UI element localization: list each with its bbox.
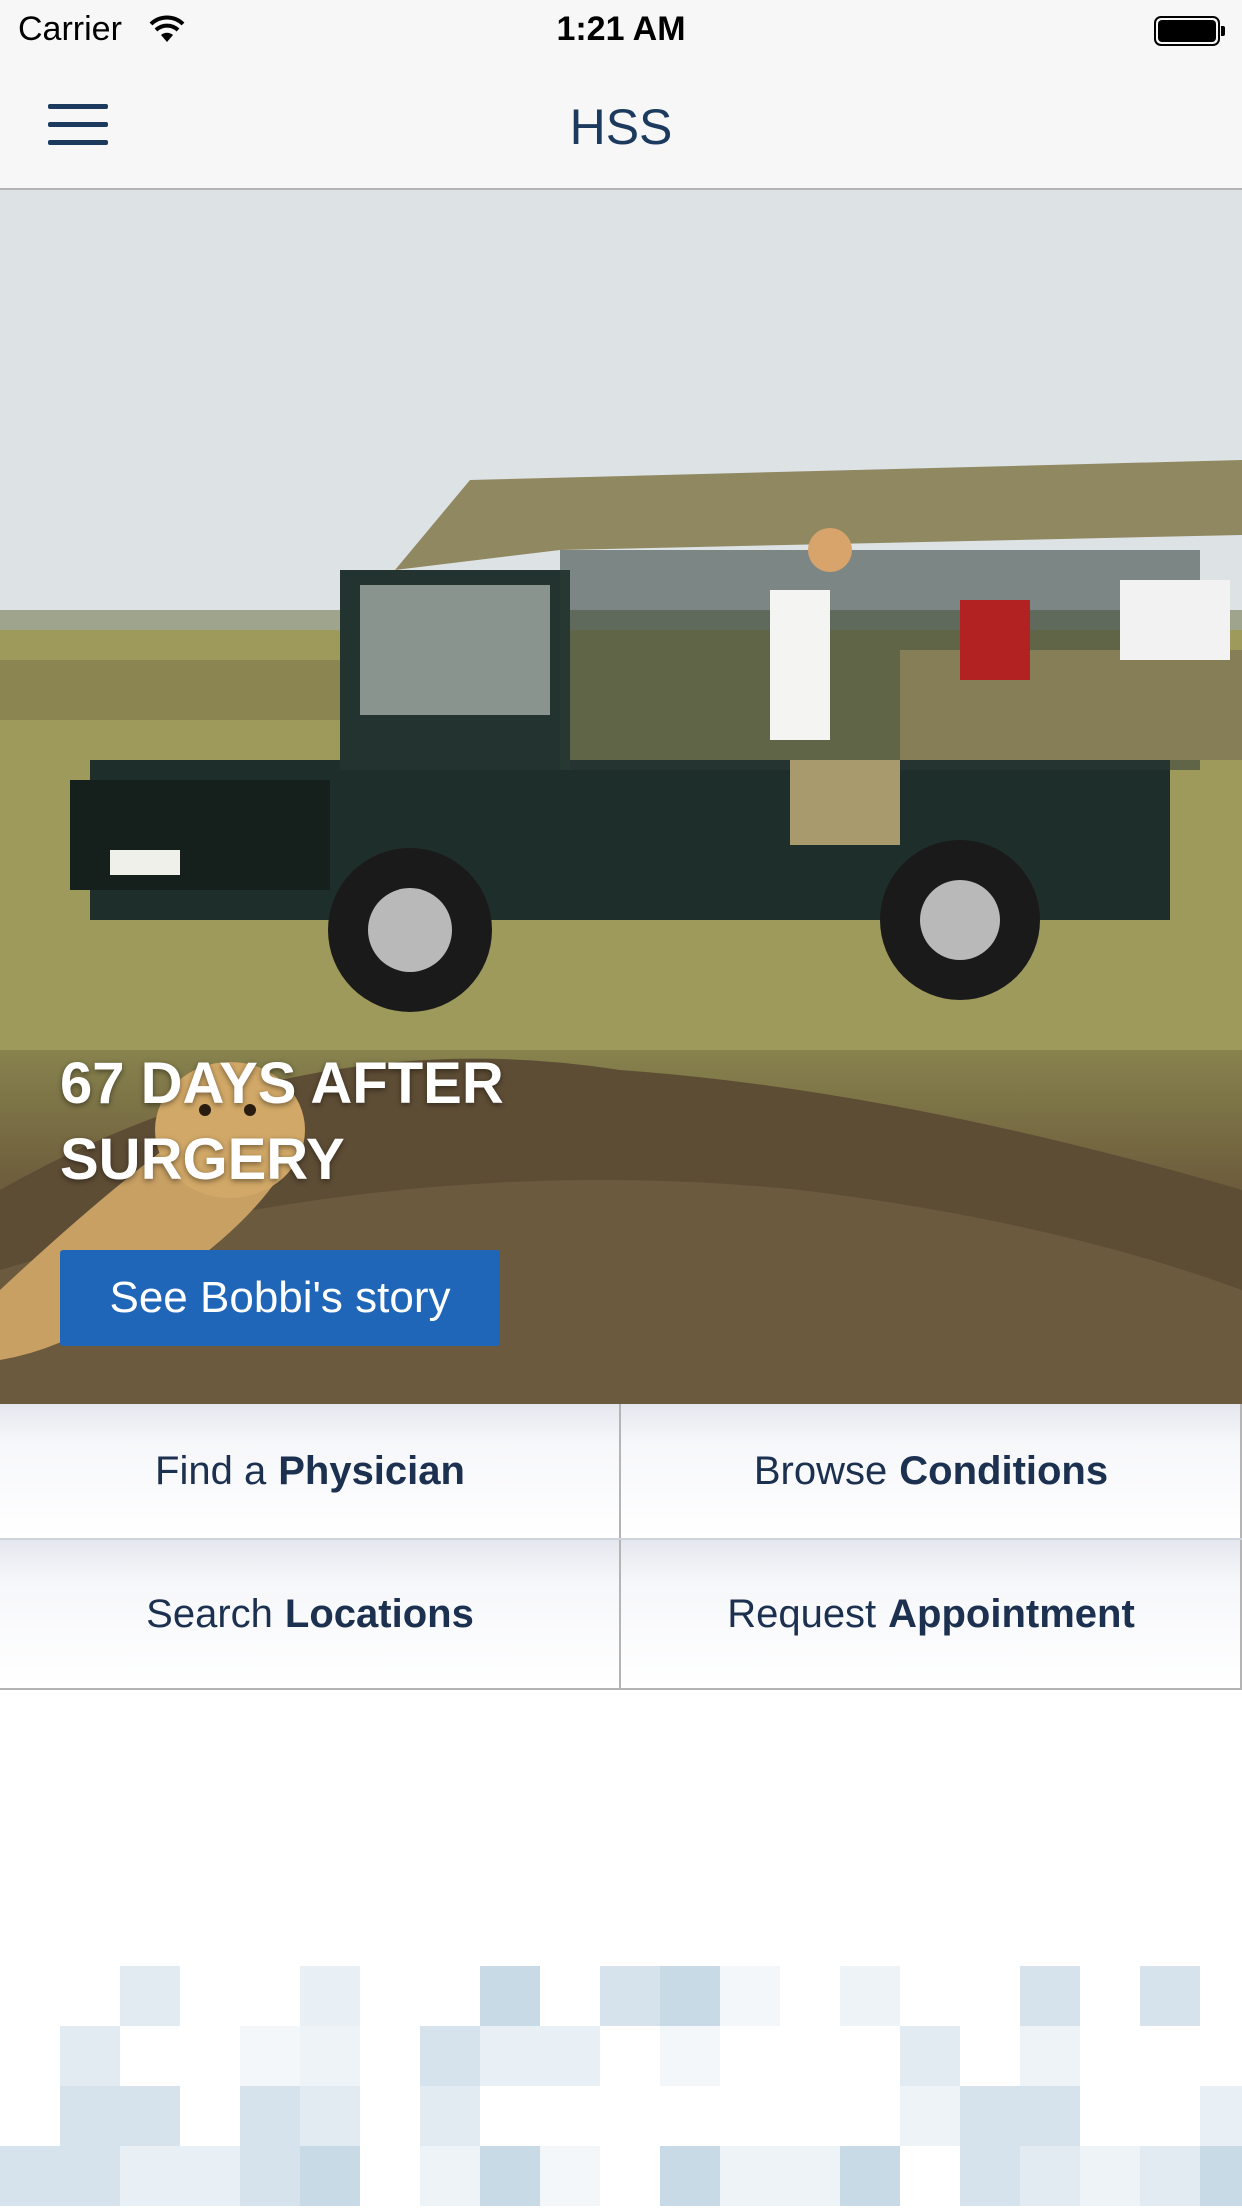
link-bold: Locations [284, 1591, 474, 1636]
mosaic-tile [540, 2146, 600, 2206]
mosaic-tile [900, 2086, 960, 2146]
mosaic-tile [120, 2086, 180, 2146]
mosaic-tile [780, 2146, 840, 2206]
mosaic-tile [480, 2146, 540, 2206]
mosaic-tile [300, 2146, 360, 2206]
mosaic-tile [480, 2026, 540, 2086]
mosaic-tile [240, 2086, 300, 2146]
browse-conditions-link[interactable]: Browse Conditions [621, 1404, 1241, 1538]
mosaic-tile [720, 1966, 780, 2026]
mosaic-tile [1020, 2026, 1080, 2086]
status-time: 1:21 AM [556, 10, 686, 48]
mosaic-tile [240, 2026, 300, 2086]
status-bar: Carrier 1:21 AM [0, 0, 1242, 62]
link-prefix: Search [146, 1591, 273, 1636]
mosaic-tile [1020, 2146, 1080, 2206]
mosaic-tile [1200, 2086, 1242, 2146]
mosaic-tile [300, 1966, 360, 2026]
mosaic-tile [300, 2026, 360, 2086]
mosaic-tile [1140, 1966, 1200, 2026]
request-appointment-link[interactable]: Request Appointment [621, 1540, 1241, 1688]
mosaic-tile [1200, 2146, 1242, 2206]
nav-bar: HSS [0, 62, 1242, 190]
mosaic-tile [900, 2026, 960, 2086]
see-story-button[interactable]: See Bobbi's story [60, 1250, 500, 1346]
link-prefix: Browse [753, 1448, 888, 1493]
hero-banner[interactable]: 67 DAYS AFTER SURGERY See Bobbi's story [0, 190, 1242, 1404]
hero-headline: 67 DAYS AFTER SURGERY [60, 1051, 504, 1192]
mosaic-tile [1080, 2146, 1140, 2206]
mosaic-tile [840, 1966, 900, 2026]
grid-divider [619, 1404, 621, 1688]
mosaic-tile [540, 2026, 600, 2086]
mosaic-tile [0, 2146, 60, 2206]
mosaic-tile [660, 1966, 720, 2026]
mosaic-tile [840, 2146, 900, 2206]
mosaic-tile [660, 2146, 720, 2206]
mosaic-tile [960, 2086, 1020, 2146]
mosaic-tile [420, 2146, 480, 2206]
hero-photo [0, 190, 1242, 1404]
mosaic-tile [60, 2146, 120, 2206]
quick-links-grid: Find a Physician Browse Conditions Searc… [0, 1404, 1242, 1690]
find-physician-link[interactable]: Find a Physician [0, 1404, 620, 1538]
mosaic-tile [120, 1966, 180, 2026]
mosaic-tile [180, 2146, 240, 2206]
mosaic-tile [240, 2146, 300, 2206]
mosaic-tile [600, 1966, 660, 2026]
mosaic-tile [480, 1966, 540, 2026]
link-bold: Physician [278, 1448, 465, 1493]
mosaic-tile [60, 2086, 120, 2146]
mosaic-tile [420, 2026, 480, 2086]
mosaic-tile [120, 2146, 180, 2206]
mosaic-tile [1140, 2146, 1200, 2206]
mosaic-tile [1020, 1966, 1080, 2026]
app-title: HSS [569, 99, 673, 155]
decorative-mosaic [0, 1966, 1242, 2208]
search-locations-link[interactable]: Search Locations [0, 1540, 620, 1688]
link-prefix: Find a [155, 1448, 267, 1493]
link-bold: Conditions [899, 1448, 1109, 1493]
grid-divider [0, 1538, 1242, 1540]
mosaic-tile [1020, 2086, 1080, 2146]
mosaic-tile [300, 2086, 360, 2146]
mosaic-tile [420, 2086, 480, 2146]
mosaic-tile [960, 2146, 1020, 2206]
mosaic-tile [60, 2026, 120, 2086]
link-prefix: Request [727, 1591, 877, 1636]
battery-icon [1154, 16, 1225, 46]
mosaic-tile [660, 2026, 720, 2086]
link-bold: Appointment [888, 1591, 1135, 1636]
mosaic-tile [720, 2146, 780, 2206]
